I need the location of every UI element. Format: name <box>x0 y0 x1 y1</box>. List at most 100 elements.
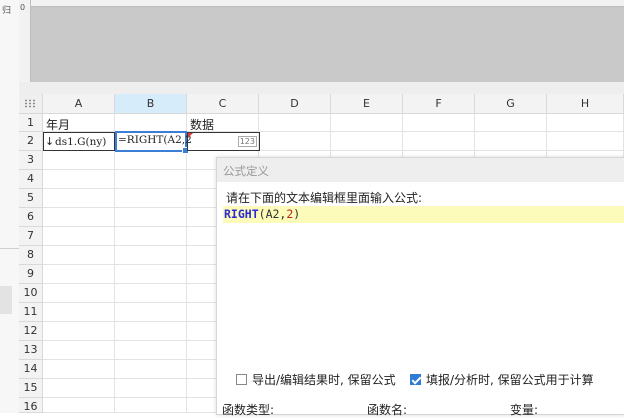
column-header-c[interactable]: C <box>187 94 259 114</box>
grid-cell[interactable] <box>43 322 115 341</box>
formula-definition-dialog: 公式定义 请在下面的文本编辑框里面输入公式: RIGHT(A2,2) 导出/编辑… <box>216 157 624 417</box>
left-panel-strip: 归 <box>0 0 20 413</box>
formula-code: RIGHT(A2,2) <box>224 207 300 221</box>
grid-cell[interactable] <box>43 246 115 265</box>
grid-cell[interactable] <box>115 265 187 284</box>
row-header-6[interactable]: 6 <box>19 208 43 227</box>
keep-formula-fill-label: 填报/分析时, 保留公式用于计算 <box>426 373 594 387</box>
grid-cell[interactable] <box>115 246 187 265</box>
column-header-f[interactable]: F <box>403 94 475 114</box>
grid-cell[interactable] <box>547 132 624 151</box>
grid-cell[interactable] <box>547 114 624 132</box>
row-header-1[interactable]: 1 <box>19 114 43 132</box>
column-header-g[interactable]: G <box>475 94 547 114</box>
grid-cell[interactable] <box>259 132 331 151</box>
grid-cell[interactable] <box>115 398 187 413</box>
row-header-13[interactable]: 13 <box>19 341 43 360</box>
grid-cell[interactable] <box>115 170 187 189</box>
grid-cell[interactable] <box>331 114 403 132</box>
report-design-canvas[interactable] <box>19 0 624 82</box>
grid-cell[interactable] <box>115 189 187 208</box>
cell-a1[interactable]: 年月 <box>43 114 115 132</box>
left-panel-scroll-thumb[interactable] <box>0 286 12 314</box>
row-header-15[interactable]: 15 <box>19 379 43 398</box>
row-header-7[interactable]: 7 <box>19 227 43 246</box>
grid-cell[interactable] <box>115 284 187 303</box>
keep-formula-export-checkbox[interactable] <box>236 374 247 385</box>
select-all-corner[interactable] <box>19 94 43 114</box>
grid-cell[interactable] <box>475 114 547 132</box>
keep-formula-fill-checkbox[interactable] <box>410 374 421 385</box>
row-header-14[interactable]: 14 <box>19 360 43 379</box>
cell-a2[interactable]: ↓ ds1.G(ny) <box>43 132 115 151</box>
row-header-2[interactable]: 2 <box>19 132 43 151</box>
formula-close-paren: ) <box>293 207 301 221</box>
grid-cell[interactable] <box>115 114 187 132</box>
grid-cell[interactable] <box>43 227 115 246</box>
grid-cell[interactable] <box>403 114 475 132</box>
grid-cell[interactable] <box>115 151 187 170</box>
cell-c1-text: 数据 <box>190 118 215 132</box>
row-header-9[interactable]: 9 <box>19 265 43 284</box>
grid-cell[interactable] <box>43 284 115 303</box>
cell-flag-icon <box>188 133 193 138</box>
row-header-4[interactable]: 4 <box>19 170 43 189</box>
left-panel-divider <box>0 248 19 249</box>
row-header-8[interactable]: 8 <box>19 246 43 265</box>
grid-cell[interactable] <box>331 132 403 151</box>
row-header-10[interactable]: 10 <box>19 284 43 303</box>
column-header-b[interactable]: B <box>115 94 187 114</box>
grid-cell[interactable] <box>115 341 187 360</box>
grid-cell[interactable] <box>43 341 115 360</box>
grid-cell[interactable] <box>115 322 187 341</box>
grid-cell[interactable] <box>403 132 475 151</box>
grid-cell[interactable] <box>115 303 187 322</box>
row-header-5[interactable]: 5 <box>19 189 43 208</box>
grid-cell[interactable] <box>259 114 331 132</box>
ruler-zero-label: 0 <box>20 3 26 12</box>
keep-formula-export-option[interactable]: 导出/编辑结果时, 保留公式 <box>236 371 396 388</box>
grid-cell[interactable] <box>43 170 115 189</box>
cell-a1-text: 年月 <box>46 118 71 132</box>
column-header-a[interactable]: A <box>43 94 115 114</box>
formula-function-keyword: RIGHT <box>224 207 259 221</box>
row-header-11[interactable]: 11 <box>19 303 43 322</box>
cell-c2[interactable]: 123 <box>187 132 260 151</box>
formula-editor[interactable]: RIGHT(A2,2) <box>223 206 624 366</box>
formula-instruction: 请在下面的文本编辑框里面输入公式: <box>226 191 423 205</box>
dialog-title-bar[interactable]: 公式定义 <box>217 158 624 182</box>
cell-b2-text: =RIGHT(A2,2 <box>118 134 192 146</box>
numeric-type-badge: 123 <box>237 136 257 147</box>
grid-cell[interactable] <box>43 208 115 227</box>
column-header-e[interactable]: E <box>331 94 403 114</box>
formula-open-paren: ( <box>258 207 266 221</box>
column-header-h[interactable]: H <box>547 94 624 114</box>
cell-c1[interactable]: 数据 <box>187 114 259 132</box>
grid-cell[interactable] <box>43 360 115 379</box>
grid-cell[interactable] <box>115 379 187 398</box>
expand-down-arrow-icon: ↓ <box>45 135 55 148</box>
grid-cell[interactable] <box>43 379 115 398</box>
row-header-16[interactable]: 16 <box>19 398 43 413</box>
grid-cell[interactable] <box>43 189 115 208</box>
vertical-ruler: 0 <box>19 0 31 82</box>
grid-cell[interactable] <box>475 132 547 151</box>
grid-cell[interactable] <box>43 265 115 284</box>
dialog-title: 公式定义 <box>223 164 269 178</box>
grid-cell[interactable] <box>43 151 115 170</box>
row-header-3[interactable]: 3 <box>19 151 43 170</box>
column-header-d[interactable]: D <box>259 94 331 114</box>
left-panel-mark: 归 <box>2 6 12 16</box>
grid-cell[interactable] <box>115 227 187 246</box>
grid-cell[interactable] <box>115 208 187 227</box>
keep-formula-fill-option[interactable]: 填报/分析时, 保留公式用于计算 <box>410 371 594 388</box>
grid-cell[interactable] <box>43 303 115 322</box>
cell-a2-text: ds1.G(ny) <box>55 136 107 148</box>
formula-current-line[interactable]: RIGHT(A2,2) <box>223 206 624 223</box>
row-header-12[interactable]: 12 <box>19 322 43 341</box>
grid-cell[interactable] <box>115 360 187 379</box>
cell-b2-selected[interactable]: =RIGHT(A2,2 <box>115 131 192 154</box>
function-type-label: 函数类型: <box>222 403 275 417</box>
grid-cell[interactable] <box>43 398 115 413</box>
function-name-label: 函数名: <box>367 403 408 417</box>
